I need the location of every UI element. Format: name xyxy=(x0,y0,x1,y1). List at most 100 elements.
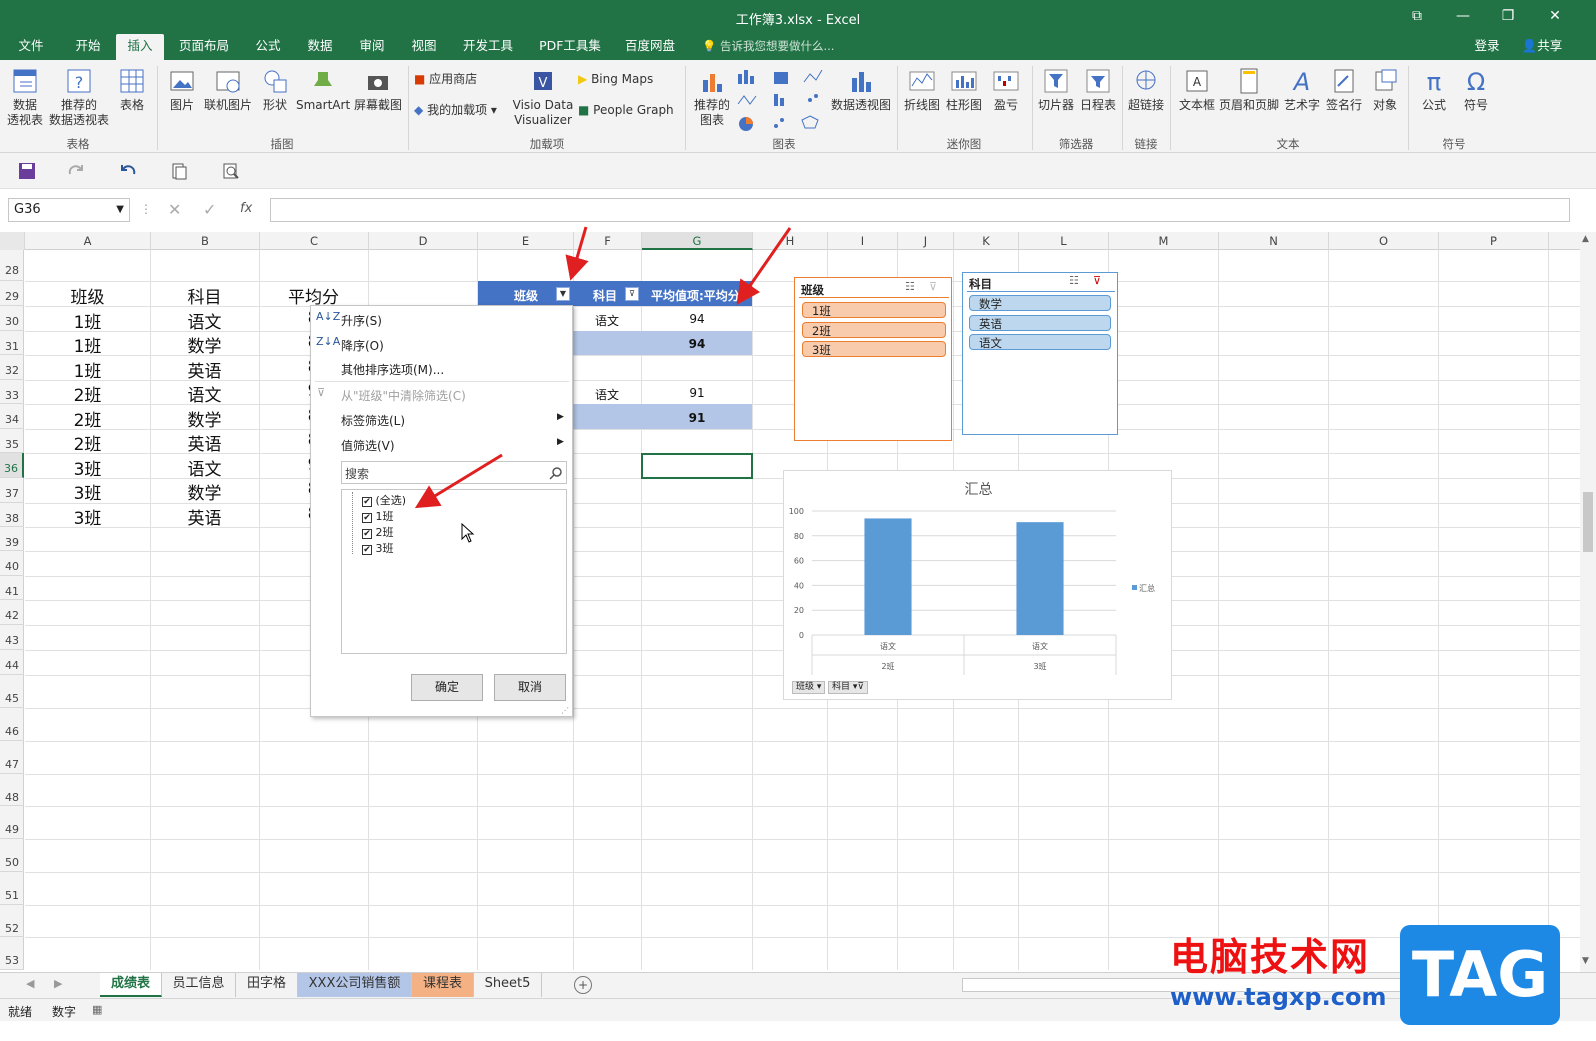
row-30[interactable]: 30 xyxy=(0,306,24,331)
chart-field-button-class[interactable]: 班级 ▾ xyxy=(792,681,826,694)
col-a[interactable]: A xyxy=(25,232,151,250)
signature-line-button[interactable]: 签名行 xyxy=(1324,66,1364,113)
clear-filter-icon[interactable]: ⊽ xyxy=(929,280,937,293)
recommended-charts-button[interactable]: 推荐的 图表 xyxy=(692,66,732,128)
table-cell[interactable]: 语文 xyxy=(150,381,259,406)
col-g[interactable]: G xyxy=(642,232,753,250)
filter-search-input[interactable]: 搜索 xyxy=(341,461,567,484)
header-subject[interactable]: 科目 xyxy=(150,283,259,308)
pivot-cell[interactable]: 语文 xyxy=(595,386,619,403)
chart-types-gallery[interactable] xyxy=(736,68,824,134)
menu-sort-asc[interactable]: 升序(S) xyxy=(341,312,382,329)
picture-button[interactable]: 图片 xyxy=(164,66,200,113)
pivot-cell[interactable]: 94 xyxy=(642,337,752,351)
col-c[interactable]: C xyxy=(260,232,369,250)
col-h[interactable]: H xyxy=(753,232,828,250)
cancel-button[interactable]: 取消 xyxy=(494,674,566,701)
table-cell[interactable]: 语文 xyxy=(150,308,259,333)
symbol-button[interactable]: Ω 符号 xyxy=(1456,66,1496,113)
my-addins-button[interactable]: ◆ 我的加载项 ▾ xyxy=(414,103,514,118)
online-picture-button[interactable]: 联机图片 xyxy=(202,66,254,113)
row-34[interactable]: 34 xyxy=(0,404,24,429)
row-39[interactable]: 39 xyxy=(0,527,24,551)
timeline-button[interactable]: 日程表 xyxy=(1078,66,1118,113)
tab-file[interactable]: 文件 xyxy=(8,34,54,60)
row-52[interactable]: 52 xyxy=(0,905,24,937)
table-cell[interactable]: 3班 xyxy=(25,479,150,504)
pivot-chart[interactable]: 汇总 0 20 40 60 80 100 语文 2班 语文 3班 汇总 班级 ▾ 科目 ▾⊽ xyxy=(783,470,1172,700)
slicer-item[interactable]: 1班 xyxy=(802,302,946,318)
table-cell[interactable]: 英语 xyxy=(150,430,259,455)
tell-me-box[interactable]: 💡 告诉我您想要做什么... xyxy=(702,34,842,60)
row-53[interactable]: 53 xyxy=(0,937,24,970)
table-cell[interactable]: 英语 xyxy=(150,504,259,529)
equation-button[interactable]: π 公式 xyxy=(1414,66,1454,113)
checkbox-select-all[interactable]: ✔ (全选) xyxy=(362,492,406,508)
tab-data[interactable]: 数据 xyxy=(296,34,344,60)
col-i[interactable]: I xyxy=(828,232,898,250)
tab-review[interactable]: 审阅 xyxy=(348,34,396,60)
menu-label-filter[interactable]: 标签筛选(L) xyxy=(341,412,405,429)
print-preview-icon[interactable] xyxy=(170,162,188,180)
row-31[interactable]: 31 xyxy=(0,331,24,355)
vertical-scrollbar[interactable]: ▲ ▼ xyxy=(1580,232,1596,972)
row-29[interactable]: 29 xyxy=(0,281,24,306)
pivot-cell[interactable]: 91 xyxy=(642,386,752,400)
menu-more-sort[interactable]: 其他排序选项(M)... xyxy=(341,361,444,378)
zoom-preview-icon[interactable] xyxy=(222,162,240,180)
col-e[interactable]: E xyxy=(478,232,574,250)
resize-grip-icon[interactable]: ⋰ xyxy=(561,706,569,715)
col-j[interactable]: J xyxy=(898,232,954,250)
col-n[interactable]: N xyxy=(1219,232,1329,250)
row-36[interactable]: 36 xyxy=(0,453,24,478)
tab-developer[interactable]: 开发工具 xyxy=(452,34,524,60)
sparkline-winloss-button[interactable]: 盈亏 xyxy=(986,66,1026,113)
menu-sort-desc[interactable]: 降序(O) xyxy=(341,337,384,354)
macro-record-icon[interactable]: ▦ xyxy=(92,1003,102,1016)
tab-insert[interactable]: 插入 xyxy=(116,34,164,60)
filter-applied-icon[interactable]: ⊽ xyxy=(625,287,639,301)
pivot-cell[interactable]: 91 xyxy=(642,411,752,425)
redo-icon[interactable] xyxy=(66,162,88,180)
header-class[interactable]: 班级 xyxy=(25,283,150,308)
row-28[interactable]: 28 xyxy=(0,250,24,281)
row-48[interactable]: 48 xyxy=(0,774,24,806)
scroll-up-icon[interactable]: ▲ xyxy=(1582,234,1589,244)
sheet-tab[interactable]: 员工信息 xyxy=(162,973,236,997)
bing-maps-button[interactable]: ▶ Bing Maps xyxy=(578,72,668,87)
row-44[interactable]: 44 xyxy=(0,650,24,675)
table-cell[interactable]: 语文 xyxy=(150,455,259,480)
share-button[interactable]: 👤共享 xyxy=(1514,34,1570,60)
slicer-item[interactable]: 数学 xyxy=(969,295,1111,311)
row-35[interactable]: 35 xyxy=(0,429,24,453)
pivot-header-value[interactable]: 平均值项:平均分 xyxy=(651,287,751,304)
table-cell[interactable]: 1班 xyxy=(25,308,150,333)
slicer-item[interactable]: 3班 xyxy=(802,341,946,357)
row-46[interactable]: 46 xyxy=(0,708,24,741)
table-cell[interactable]: 2班 xyxy=(25,430,150,455)
row-47[interactable]: 47 xyxy=(0,741,24,774)
tab-formulas[interactable]: 公式 xyxy=(244,34,292,60)
table-cell[interactable]: 1班 xyxy=(25,332,150,357)
slicer-item[interactable]: 2班 xyxy=(802,322,946,338)
maximize-button[interactable]: ❐ xyxy=(1493,4,1523,28)
save-icon[interactable] xyxy=(18,162,36,180)
recommended-pivot-button[interactable]: ? 推荐的 数据透视表 xyxy=(48,66,110,128)
sparkline-column-button[interactable]: 柱形图 xyxy=(944,66,984,113)
slicer-item[interactable]: 英语 xyxy=(969,315,1111,331)
multi-select-icon[interactable]: ☷ xyxy=(905,280,915,293)
sheet-tab[interactable]: 田字格 xyxy=(236,973,298,997)
multi-select-icon[interactable]: ☷ xyxy=(1069,274,1079,287)
col-p[interactable]: P xyxy=(1439,232,1549,250)
shapes-button[interactable]: 形状 xyxy=(256,66,294,113)
object-button[interactable]: 对象 xyxy=(1366,66,1404,113)
screenshot-button[interactable]: 屏幕截图 xyxy=(352,66,404,113)
sheet-tab[interactable]: XXX公司销售额 xyxy=(298,973,412,997)
row-37[interactable]: 37 xyxy=(0,478,24,503)
pivot-cell[interactable]: 94 xyxy=(642,312,752,326)
minimize-button[interactable]: — xyxy=(1448,4,1478,28)
row-49[interactable]: 49 xyxy=(0,806,24,839)
close-button[interactable]: ✕ xyxy=(1540,4,1570,28)
ok-button[interactable]: 确定 xyxy=(411,674,483,701)
undo-icon[interactable] xyxy=(116,162,138,180)
